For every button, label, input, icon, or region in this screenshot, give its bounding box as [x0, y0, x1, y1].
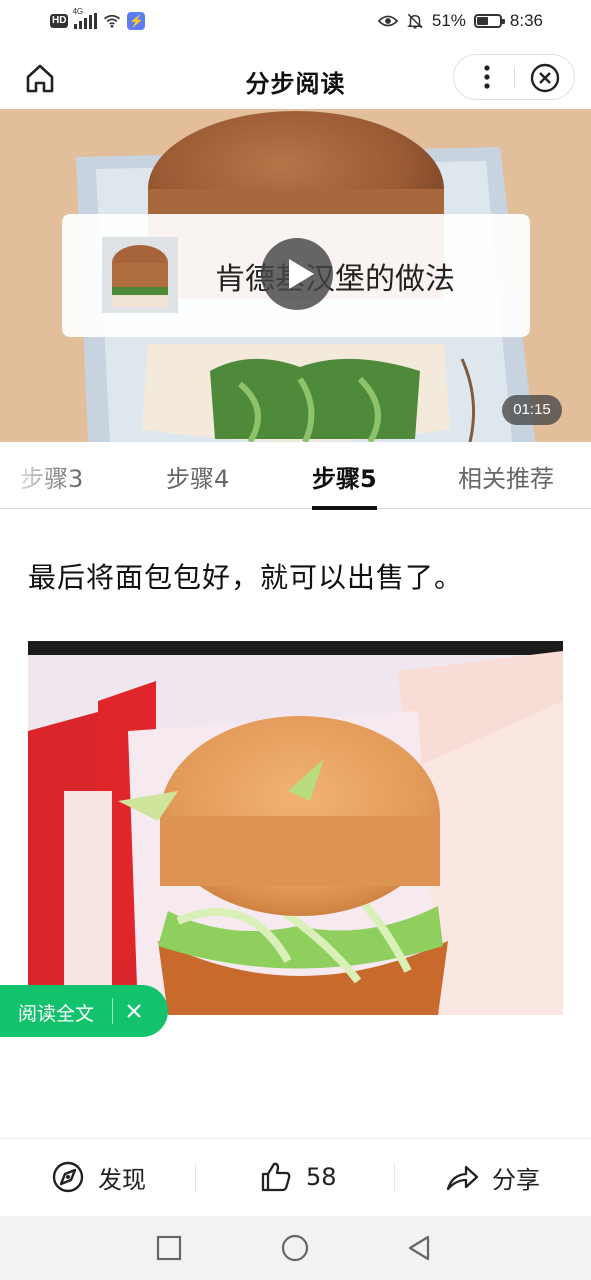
close-circle-icon[interactable]: [529, 62, 561, 94]
bell-off-icon: [407, 13, 423, 29]
bottom-action-bar: 发现 58 分享: [0, 1138, 591, 1216]
charging-bolt-icon: ⚡: [127, 12, 146, 30]
more-vertical-icon[interactable]: [474, 59, 500, 95]
video-thumbnail: [102, 237, 178, 313]
thumbs-up-icon: [261, 1162, 291, 1192]
step-description: 最后将面包包好，就可以出售了。: [28, 561, 464, 594]
eye-icon: [377, 15, 398, 27]
tab-step-5-label: 步骤5: [312, 465, 377, 493]
video-player[interactable]: 肯德基汉堡的做法 01:15: [0, 109, 591, 442]
back-triangle-icon[interactable]: [404, 1233, 434, 1263]
read-full-label: 阅读全文: [18, 1003, 95, 1025]
signal-icon: 4G: [72, 7, 98, 29]
video-title: 肯德基汉堡的做法: [215, 262, 455, 297]
bottom-divider: [394, 1163, 395, 1193]
tab-step-5[interactable]: 步骤5: [312, 459, 377, 510]
share-button[interactable]: 分享: [444, 1159, 540, 1195]
hd-badge: HD: [50, 14, 69, 28]
compass-icon: [52, 1161, 84, 1193]
video-duration: 01:15: [502, 395, 562, 425]
tab-related[interactable]: 相关推荐: [458, 459, 554, 494]
close-icon[interactable]: [124, 1001, 144, 1021]
nav-bar: 分步阅读: [0, 46, 591, 109]
bottom-divider: [195, 1163, 196, 1193]
tab-step-4[interactable]: 步骤4: [166, 459, 229, 494]
home-circle-icon[interactable]: [280, 1233, 310, 1263]
tab-step-3[interactable]: 步骤3: [20, 459, 83, 494]
battery-percent: 51%: [431, 11, 466, 30]
burger-photo: [28, 641, 563, 1015]
status-left: HD 4G ⚡: [50, 7, 146, 30]
read-full-divider: [112, 998, 113, 1024]
likes-count: 58: [306, 1163, 337, 1191]
like-button[interactable]: 58: [258, 1159, 337, 1195]
status-right: 51% 8:36: [377, 11, 543, 31]
read-full-button[interactable]: 阅读全文: [0, 985, 168, 1037]
share-arrow-icon: [446, 1165, 479, 1191]
capsule-divider: [514, 67, 515, 89]
wifi-icon: [104, 14, 121, 28]
play-icon[interactable]: [261, 238, 333, 310]
battery-icon: [473, 14, 505, 28]
discover-button[interactable]: 发现: [50, 1159, 146, 1195]
step-photo: [28, 641, 563, 1015]
system-nav-bar: [0, 1216, 591, 1280]
discover-label: 发现: [98, 1165, 146, 1194]
network-type-label: 4G: [72, 7, 84, 16]
clock: 8:36: [509, 11, 543, 30]
active-tab-indicator: [312, 506, 377, 510]
status-bar: HD 4G ⚡ 51% 8:36: [0, 0, 591, 46]
share-label: 分享: [492, 1165, 540, 1194]
recents-square-icon[interactable]: [154, 1233, 184, 1263]
step-tabs: 步骤3 步骤4 步骤5 相关推荐: [0, 442, 591, 510]
mini-program-capsule: [453, 54, 575, 100]
